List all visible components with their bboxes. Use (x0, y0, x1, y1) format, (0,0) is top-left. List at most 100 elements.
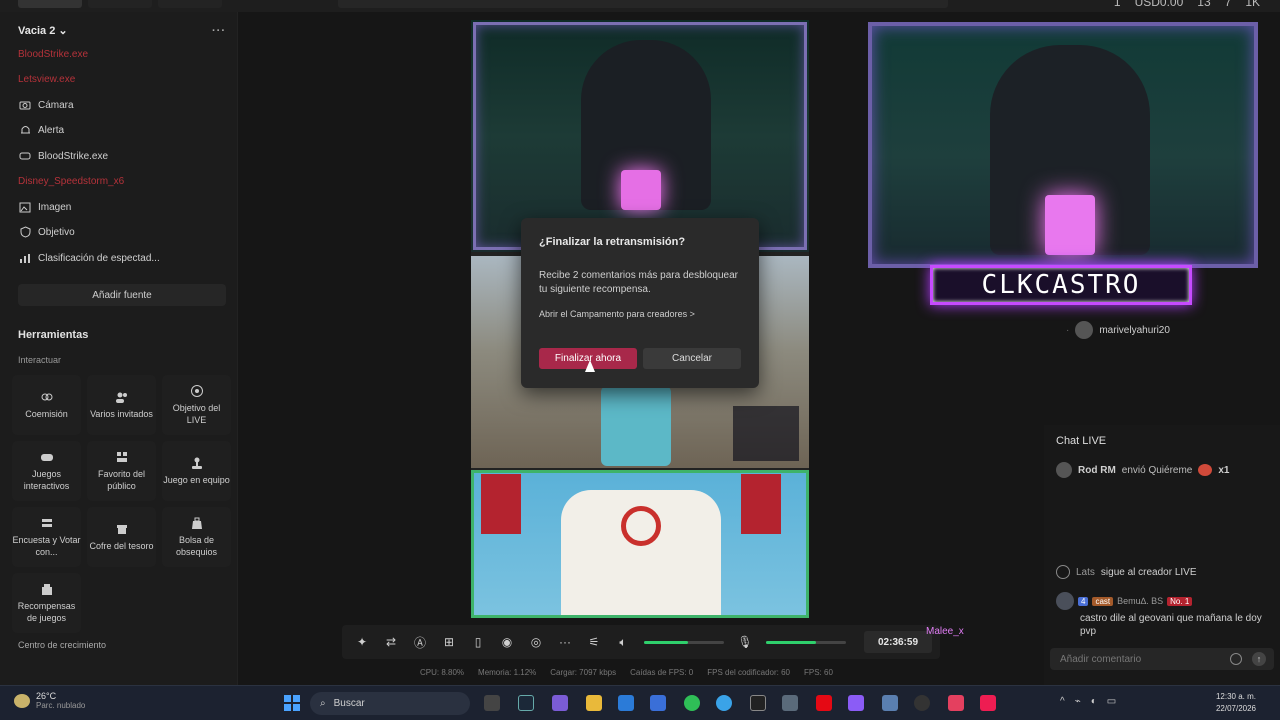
chrome-icon[interactable] (716, 695, 732, 711)
ai-icon[interactable]: Ⓐ (412, 634, 428, 650)
tool-poll[interactable]: Encuesta y Votar con... (12, 507, 81, 567)
overlay-character (471, 470, 809, 618)
record-icon[interactable]: ◉ (499, 634, 515, 650)
tiktok-live-icon[interactable] (980, 695, 996, 711)
source-ranking[interactable]: Clasificación de espectad... (18, 248, 160, 268)
tab-scene-2[interactable] (88, 0, 152, 8)
volume-fill (644, 640, 688, 644)
scene-menu-icon[interactable]: ··· (212, 25, 226, 37)
shield-icon (18, 225, 32, 239)
store-icon[interactable] (650, 695, 666, 711)
tool-team-game[interactable]: Juego en equipo (162, 441, 231, 501)
source-disney-error[interactable]: Disney_Speedstorm_x6 (18, 171, 124, 191)
volume-slider[interactable] (644, 640, 724, 644)
memory-stat: Memoria: 1.12% (478, 668, 537, 677)
task-view-icon[interactable] (484, 695, 500, 711)
comment-input[interactable]: Añadir comentario ↑ (1050, 648, 1274, 670)
taskbar-clock[interactable]: 12:30 a. m. 22/07/2026 (1216, 691, 1256, 715)
source-bloodstrike[interactable]: BloodStrike.exe (18, 146, 108, 166)
tab-scene-3[interactable] (158, 0, 222, 8)
windows-taskbar: 26°C Parc. nublado ⌕ Buscar ^ ⌁ ◐ ▭ 12:3… (0, 685, 1280, 720)
source-camera[interactable]: Cámara (18, 95, 74, 115)
gamepad-icon (18, 149, 32, 163)
source-alert[interactable]: Alerta (18, 120, 64, 140)
app-icon[interactable] (948, 695, 964, 711)
mic-slider[interactable] (766, 640, 846, 644)
live-studio-window: 1 USD0.00 13 7 1K Vacia 2 ⌄ ··· BloodStr… (0, 0, 1280, 685)
emoji-icon[interactable] (1230, 653, 1242, 665)
magic-wand-icon[interactable]: ✦ (354, 634, 370, 650)
tools-title: Herramientas (18, 329, 89, 341)
image-icon (18, 200, 32, 214)
link-icon (41, 393, 52, 401)
scene-switch-icon[interactable]: ⇄ (383, 634, 399, 650)
whatsapp-icon[interactable] (684, 695, 700, 711)
scene-header[interactable]: Vacia 2 ⌄ ··· (18, 24, 226, 38)
source-bloodstrike-error[interactable]: BloodStrike.exe (18, 44, 88, 64)
creator-camp-link[interactable]: Abrir el Campamento para creadores > (539, 309, 695, 319)
more-icon[interactable]: ··· (557, 634, 573, 650)
add-source-button[interactable]: Añadir fuente (18, 284, 226, 306)
source-label: Objetivo (38, 226, 75, 238)
tool-audience-favorite[interactable]: Favorito del público (87, 441, 156, 501)
chevron-up-icon[interactable]: ^ (1060, 696, 1065, 707)
source-image[interactable]: Imagen (18, 197, 71, 217)
weather-widget[interactable]: 26°C Parc. nublado (14, 691, 85, 710)
fan-badge: cast (1092, 596, 1114, 606)
tool-label: Coemisión (25, 409, 68, 419)
windows-start-icon[interactable] (284, 695, 300, 711)
steam-icon[interactable] (518, 695, 534, 711)
source-label: Cámara (38, 99, 74, 111)
tool-game-rewards[interactable]: Recompensas de juegos (12, 573, 81, 633)
network-icon[interactable]: ⌁ (1075, 696, 1081, 707)
cancel-button[interactable]: Cancelar (643, 348, 741, 369)
file-explorer-icon[interactable] (586, 695, 602, 711)
epic-games-icon[interactable] (750, 695, 766, 711)
add-screen-icon[interactable]: ⊞ (441, 634, 457, 650)
chest-icon (116, 525, 127, 534)
source-letsview-error[interactable]: Letsview.exe (18, 69, 75, 89)
copilot-icon[interactable] (552, 695, 568, 711)
speaker-icon[interactable]: ◐ (1091, 696, 1097, 707)
clipchamp-icon[interactable] (848, 695, 864, 711)
netflix-icon[interactable] (816, 695, 832, 711)
system-tray: ^ ⌁ ◐ ▭ (1060, 696, 1116, 707)
obs-icon[interactable] (914, 695, 930, 711)
taskbar-search[interactable]: ⌕ Buscar (310, 692, 470, 715)
tool-coemission[interactable]: Coemisión (12, 375, 81, 435)
tool-treasure-chest[interactable]: Cofre del tesoro (87, 507, 156, 567)
tab-scene-1[interactable] (18, 0, 82, 8)
edge-icon[interactable] (618, 695, 634, 711)
microphone-icon[interactable]: 🎙︎ (737, 634, 753, 650)
top-bar (338, 0, 948, 8)
tool-live-goal[interactable]: Objetivo del LIVE (162, 375, 231, 435)
top-viewer[interactable]: · marivelyahuri20 (1066, 321, 1170, 339)
gifts-stat: 7 (1224, 0, 1232, 9)
green-frame (471, 470, 809, 618)
capcut-icon[interactable] (882, 695, 898, 711)
gift-icon (1198, 464, 1213, 476)
source-label: BloodStrike.exe (18, 48, 89, 60)
target-icon[interactable]: ◎ (528, 634, 544, 650)
growth-center-title: Centro de crecimiento (18, 640, 107, 650)
speaker-icon[interactable]: 🔈︎ (615, 634, 631, 650)
scene-name: Vacia 2 (18, 25, 56, 37)
gamepad-icon (40, 454, 53, 461)
tool-gift-bag[interactable]: Bolsa de obsequios (162, 507, 231, 567)
weather-text: Parc. nublado (36, 701, 86, 710)
phone-icon[interactable]: ▯ (470, 634, 486, 650)
settings-icon[interactable] (782, 695, 798, 711)
settings-sliders-icon[interactable]: ⚟ (586, 634, 602, 650)
battery-icon[interactable]: ▭ (1107, 696, 1116, 707)
follow-user: Lats (1076, 566, 1095, 578)
person-icon (1056, 565, 1070, 579)
target-icon (190, 385, 203, 397)
source-objective[interactable]: Objetivo (18, 222, 75, 242)
streamer-nameplate: CLKCASTRO (930, 265, 1192, 305)
send-icon[interactable]: ↑ (1252, 652, 1266, 666)
tool-interactive-games[interactable]: Juegos interactivos (12, 441, 81, 501)
live-chat-panel: Chat LIVE Rod RM envió Quiéreme x1 Lats … (1044, 425, 1280, 685)
clock-date: 22/07/2026 (1215, 704, 1256, 713)
tool-multi-guests[interactable]: Varios invitados (87, 375, 156, 435)
ranking-icon (18, 251, 32, 265)
